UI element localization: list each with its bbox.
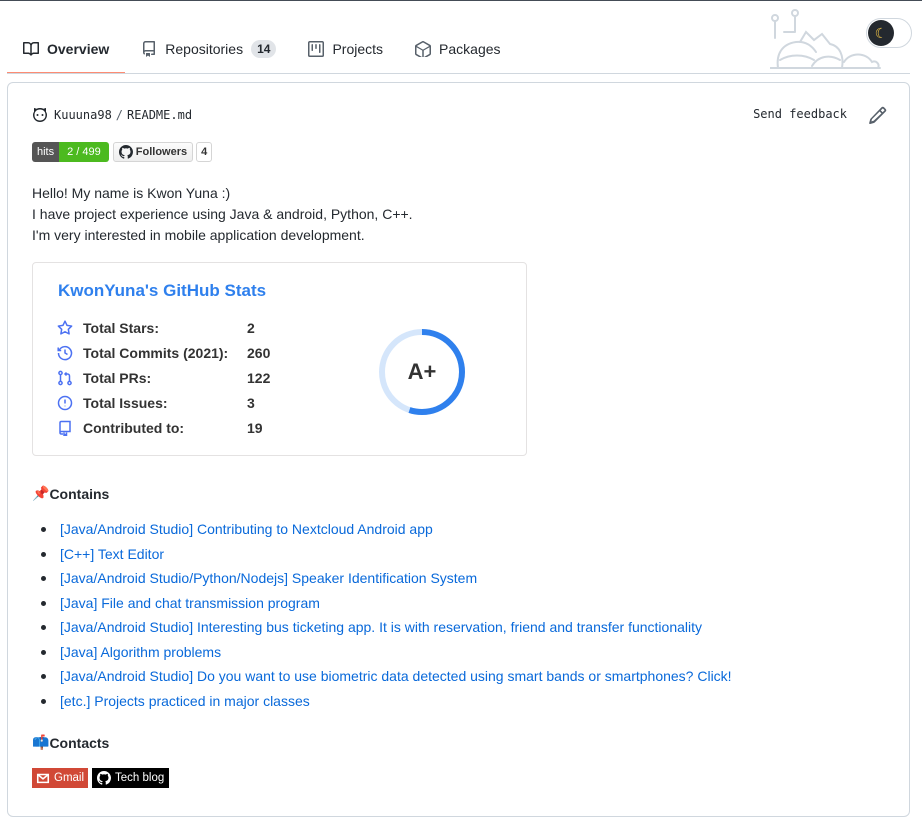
- readme-badges: hits 2 / 499 Followers 4: [32, 142, 213, 162]
- contains-heading-text: Contains: [49, 485, 110, 502]
- top-border: [0, 0, 922, 1]
- project-link[interactable]: [Java/Android Studio] Interesting bus ti…: [60, 619, 702, 635]
- contains-list: [Java/Android Studio] Contributing to Ne…: [41, 519, 732, 716]
- stat-row-stars: Total Stars: 2: [57, 315, 270, 340]
- repo-icon: [59, 420, 71, 436]
- list-item: [etc.] Projects practiced in major class…: [41, 691, 732, 716]
- list-item: [Java/Android Studio] Interesting bus ti…: [41, 617, 732, 642]
- intro-text: Hello! My name is Kwon Yuna :) I have pr…: [32, 183, 413, 246]
- profile-tabs: Overview Repositories 14 Projects Packag…: [7, 24, 517, 74]
- pull-request-icon: [58, 370, 72, 385]
- readme-file-name: README.md: [127, 108, 193, 122]
- github-logo-icon: [97, 771, 112, 785]
- project-link[interactable]: [Java] File and chat transmission progra…: [60, 595, 320, 611]
- stat-label: Total Issues:: [83, 394, 168, 411]
- tab-label: Overview: [47, 41, 110, 57]
- contains-heading: 📌 Contains: [32, 485, 109, 502]
- theme-toggle[interactable]: ☾: [866, 18, 912, 48]
- stat-label: Total Commits (2021):: [83, 344, 229, 361]
- project-link[interactable]: [Java/Android Studio/Python/Nodejs] Spea…: [60, 570, 477, 586]
- pushpin-icon: 📌: [32, 485, 50, 501]
- tabs-divider: [7, 73, 910, 74]
- followers-label: Followers: [135, 146, 188, 158]
- history-icon: [57, 345, 73, 360]
- send-feedback-link[interactable]: Send feedback: [753, 107, 847, 121]
- rank-grade: A+: [407, 359, 437, 384]
- tech-blog-label: Tech blog: [115, 772, 165, 784]
- readme-user-link[interactable]: Kuuuna98: [54, 108, 112, 122]
- list-item: [Java] Algorithm problems: [41, 642, 732, 667]
- breadcrumb-separator: /: [115, 108, 124, 122]
- issue-icon: [57, 395, 73, 410]
- book-icon: [23, 42, 39, 56]
- project-link[interactable]: [Java/Android Studio] Do you want to use…: [60, 668, 732, 684]
- list-item: [Java/Android Studio/Python/Nodejs] Spea…: [41, 568, 732, 593]
- hits-badge[interactable]: hits 2 / 499: [32, 142, 109, 162]
- intro-line: Hello! My name is Kwon Yuna :): [32, 185, 231, 201]
- contact-badges: Gmail Tech blog: [32, 768, 170, 788]
- github-stats-card[interactable]: KwonYuna's GitHub Stats Total Stars: 2 T…: [32, 262, 527, 456]
- tab-overview[interactable]: Overview: [7, 24, 126, 74]
- tech-blog-badge[interactable]: Tech blog: [92, 768, 170, 788]
- stat-value: 122: [247, 369, 271, 386]
- stat-row-prs: Total PRs: 122: [57, 365, 270, 390]
- project-link[interactable]: [etc.] Projects practiced in major class…: [60, 693, 310, 709]
- stat-label: Total PRs:: [83, 369, 152, 386]
- tab-label: Repositories: [165, 41, 244, 57]
- project-icon: [308, 41, 325, 57]
- readme-card: Kuuuna98 / README.md Send feedback hits …: [7, 82, 910, 817]
- intro-line: I'm very interested in mobile applicatio…: [32, 227, 365, 243]
- github-logo-icon: [118, 145, 133, 159]
- contacts-heading-text: Contacts: [49, 734, 110, 751]
- readme-breadcrumb: Kuuuna98 / README.md: [32, 107, 192, 123]
- project-link[interactable]: [Java] Algorithm problems: [60, 644, 221, 660]
- gmail-badge[interactable]: Gmail: [32, 768, 89, 788]
- stat-value: 19: [247, 419, 263, 436]
- stat-row-issues: Total Issues: 3: [57, 390, 270, 415]
- package-icon: [415, 41, 432, 57]
- hits-badge-value: 2 / 499: [59, 142, 109, 162]
- project-link[interactable]: [C++] Text Editor: [60, 546, 164, 562]
- gmail-icon: [36, 773, 50, 784]
- list-item: [C++] Text Editor: [41, 544, 732, 569]
- gmail-label: Gmail: [54, 772, 85, 784]
- pencil-icon[interactable]: [869, 106, 887, 124]
- star-icon: [57, 319, 73, 335]
- stat-label: Total Stars:: [83, 319, 159, 336]
- stat-row-contributed: Contributed to: 19: [57, 415, 270, 440]
- tab-label: Packages: [439, 41, 501, 57]
- tab-repositories[interactable]: Repositories 14: [125, 24, 292, 74]
- stat-row-commits: Total Commits (2021): 260: [57, 340, 270, 365]
- stat-value: 3: [247, 394, 255, 411]
- moon-icon: ☾: [868, 20, 894, 46]
- tab-label: Projects: [332, 41, 384, 57]
- contacts-heading: 📫 Contacts: [32, 734, 109, 751]
- followers-count[interactable]: 4: [196, 142, 213, 162]
- list-item: [Java/Android Studio] Do you want to use…: [41, 666, 732, 691]
- repo-icon: [143, 41, 156, 57]
- stat-label: Contributed to:: [83, 419, 185, 436]
- project-link[interactable]: [Java/Android Studio] Contributing to Ne…: [60, 521, 433, 537]
- repositories-count-badge: 14: [251, 40, 277, 58]
- stats-title: KwonYuna's GitHub Stats: [58, 281, 267, 300]
- stat-value: 260: [247, 344, 271, 361]
- tab-projects[interactable]: Projects: [292, 24, 399, 74]
- hits-badge-label: hits: [32, 142, 60, 162]
- stat-value: 2: [247, 319, 255, 336]
- followers-button[interactable]: Followers: [112, 142, 194, 162]
- tab-packages[interactable]: Packages: [399, 24, 516, 74]
- mailbox-icon: 📫: [32, 734, 50, 750]
- intro-line: I have project experience using Java & a…: [32, 206, 413, 222]
- mark-github-icon: [33, 108, 47, 122]
- stats-rows: Total Stars: 2 Total Commits (2021): 260…: [57, 315, 270, 440]
- list-item: [Java] File and chat transmission progra…: [41, 593, 732, 618]
- list-item: [Java/Android Studio] Contributing to Ne…: [41, 519, 732, 544]
- followers-badge[interactable]: Followers 4: [112, 142, 213, 162]
